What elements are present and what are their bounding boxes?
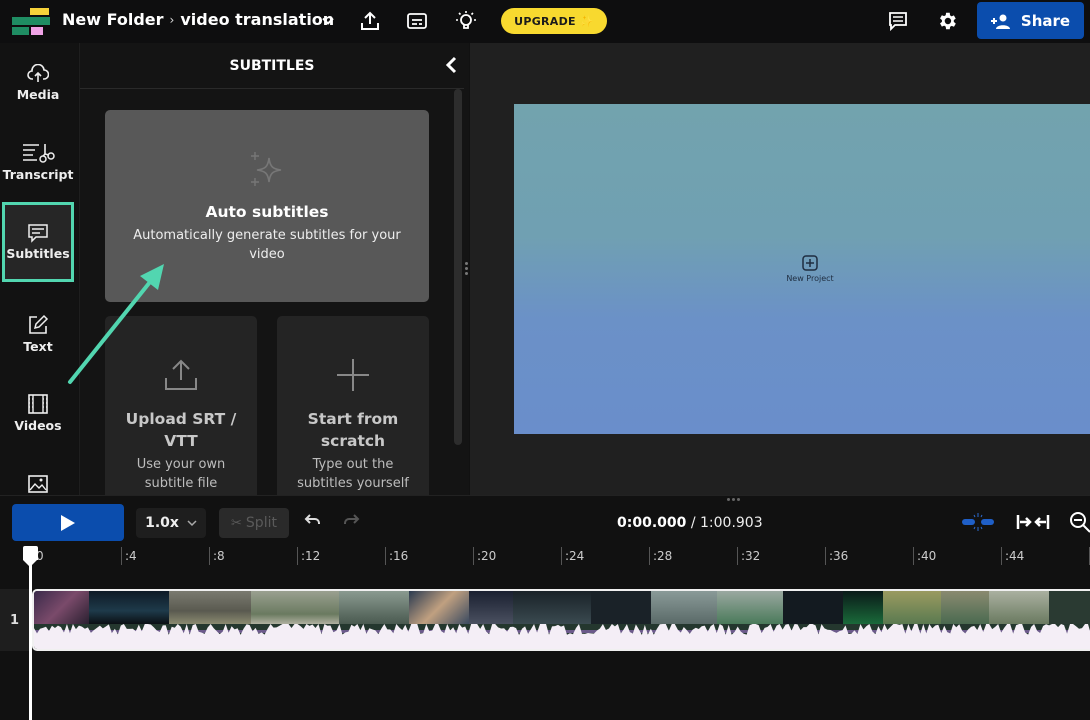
upgrade-button[interactable]: UPGRADE ✨ <box>501 8 607 34</box>
subtitles-toggle-icon[interactable] <box>405 9 429 33</box>
upload-srt-card[interactable]: Upload SRT / VTT Use your own subtitle f… <box>105 316 257 495</box>
breadcrumb-folder[interactable]: New Folder <box>62 10 164 29</box>
split-button[interactable]: ✂ Split <box>219 508 289 538</box>
fit-to-screen-icon[interactable] <box>1016 510 1050 534</box>
app-logo[interactable] <box>12 8 50 35</box>
playhead-handle[interactable] <box>23 546 38 567</box>
sidebar-item-videos[interactable]: Videos <box>2 373 74 453</box>
plus-icon <box>337 359 369 391</box>
ruler-tick: :28 <box>649 547 672 565</box>
upgrade-label: UPGRADE <box>514 14 576 28</box>
upload-srt-desc: Use your own subtitle file <box>136 457 226 491</box>
panel-scrollbar[interactable] <box>454 89 462 445</box>
subtitles-icon <box>28 224 48 243</box>
left-sidebar: Media Transcript Subtitles Text Videos I… <box>0 43 78 495</box>
time-display: 0:00.000 / 1:00.903 <box>617 515 763 531</box>
collapse-panel-chevron-icon[interactable] <box>442 55 462 75</box>
current-time: 0:00.000 <box>617 515 687 531</box>
undo-icon[interactable] <box>303 513 323 533</box>
start-from-scratch-desc: Type out the subtitles yourself <box>297 457 409 491</box>
lightbulb-icon[interactable] <box>454 9 478 33</box>
timeline: 1.0x ✂ Split 0:00.000 / 1:00.903 0:4:8:1… <box>0 495 1090 720</box>
panel-resize-handle[interactable] <box>464 262 468 276</box>
image-icon <box>28 475 48 493</box>
ruler-tick: :44 <box>1001 547 1024 565</box>
sidebar-item-label: Media <box>16 87 60 102</box>
ruler-tick: :12 <box>297 547 320 565</box>
start-from-scratch-title: Start from scratch <box>307 410 399 450</box>
transcript-icon <box>23 144 55 163</box>
ruler-tick: :24 <box>561 547 584 565</box>
upload-srt-title: Upload SRT / VTT <box>125 410 237 450</box>
auto-subtitles-desc: Automatically generate subtitles for you… <box>133 228 401 262</box>
ruler-tick: :8 <box>209 547 225 565</box>
new-project-button[interactable]: New Project <box>786 255 834 283</box>
subtitles-panel: SUBTITLES Auto subtitles Automatically g… <box>79 43 469 495</box>
timeline-ruler[interactable]: 0:4:8:12:16:20:24:28:32:36:40:44 <box>0 545 1090 567</box>
snap-toggle-icon[interactable] <box>961 510 995 534</box>
clip-thumbnails <box>34 591 1090 624</box>
film-icon <box>28 394 48 414</box>
ruler-tick: :36 <box>825 547 848 565</box>
scissors-icon: ✂ <box>231 515 242 531</box>
sidebar-item-images[interactable]: Images <box>2 453 74 495</box>
top-bar: New Folder › video translation UPGRADE ✨… <box>0 0 1090 43</box>
panel-title: SUBTITLES <box>80 43 464 89</box>
split-label: Split <box>245 515 277 531</box>
sidebar-item-transcript[interactable]: Transcript <box>2 122 74 202</box>
playback-speed-dropdown[interactable]: 1.0x <box>136 508 206 538</box>
total-time: 1:00.903 <box>700 515 763 531</box>
time-separator: / <box>686 515 700 531</box>
text-edit-icon <box>29 314 49 334</box>
redo-icon[interactable] <box>343 513 363 533</box>
play-icon <box>61 514 75 531</box>
share-button[interactable]: Share <box>977 2 1084 39</box>
share-label: Share <box>1020 11 1071 30</box>
zoom-out-icon[interactable] <box>1068 510 1090 534</box>
sidebar-item-text[interactable]: Text <box>2 294 74 374</box>
ruler-tick: :32 <box>737 547 760 565</box>
add-person-icon <box>990 14 1010 29</box>
playhead[interactable] <box>29 547 32 720</box>
sidebar-item-media[interactable]: Media <box>2 43 74 123</box>
playback-speed-value: 1.0x <box>145 515 179 531</box>
sparkles-icon <box>251 152 282 186</box>
breadcrumb: New Folder › video translation <box>62 10 334 29</box>
export-icon[interactable] <box>358 9 382 33</box>
ruler-tick: :16 <box>385 547 408 565</box>
play-button[interactable] <box>12 504 124 541</box>
settings-gear-icon[interactable] <box>935 9 959 33</box>
ruler-tick: :20 <box>473 547 496 565</box>
video-clip[interactable] <box>32 589 1090 651</box>
start-from-scratch-card[interactable]: Start from scratch Type out the subtitle… <box>277 316 429 495</box>
cloud-upload-icon <box>27 64 49 82</box>
add-box-icon <box>802 255 818 271</box>
sidebar-item-label: Text <box>23 339 53 354</box>
sparkle-icon: ✨ <box>579 14 594 28</box>
sidebar-item-label: Subtitles <box>6 246 70 261</box>
sidebar-item-label: Transcript <box>2 167 74 182</box>
auto-subtitles-card[interactable]: Auto subtitles Automatically generate su… <box>105 110 429 302</box>
ruler-tick: :40 <box>913 547 936 565</box>
sidebar-item-subtitles[interactable]: Subtitles <box>2 202 74 282</box>
comments-icon[interactable] <box>886 9 910 33</box>
project-name[interactable]: video translation <box>180 10 334 29</box>
track-number: 1 <box>0 589 29 651</box>
audio-waveform <box>34 624 1090 649</box>
timeline-resize-handle[interactable] <box>727 498 740 501</box>
project-menu-chevron-icon[interactable] <box>316 9 340 33</box>
breadcrumb-separator: › <box>169 12 175 27</box>
auto-subtitles-title: Auto subtitles <box>205 203 329 221</box>
upload-icon <box>165 359 197 390</box>
chevron-down-icon <box>187 520 197 527</box>
sidebar-item-label: Videos <box>14 418 62 433</box>
new-project-label: New Project <box>786 274 834 283</box>
ruler-tick: :4 <box>121 547 137 565</box>
